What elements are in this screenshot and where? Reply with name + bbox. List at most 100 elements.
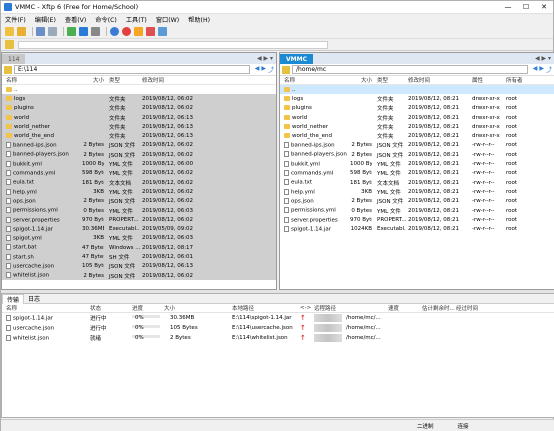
list-item[interactable]: permissions.yml 0 Bytes YML 文件 2019/08/12, … [2, 205, 276, 216]
list-item[interactable]: usercache.json 105 Bytes JSON 文件 2019/08/12… [2, 261, 276, 271]
list-item[interactable]: world 文件夹 2019/08/12, 06:13 [2, 112, 276, 123]
file-attributes: -rw-r--r-- [472, 161, 495, 168]
list-item[interactable]: spigot-1.14.jar 30.36MB Executabl... 2019/0… [2, 224, 276, 234]
col-modified[interactable]: 修改时间 [406, 76, 470, 84]
list-item[interactable]: logs 文件夹 2019/08/12, 06:02 [2, 94, 276, 104]
tab-nav-arrows-icon[interactable]: ◀ ▶ ▾ [535, 55, 551, 62]
new-session-icon[interactable] [5, 27, 14, 36]
list-item[interactable]: banned-players.json 2 Bytes JSON 文件 2019/08… [2, 150, 276, 160]
col-modified[interactable]: 修改时间 [140, 76, 200, 84]
menu-tools[interactable]: 工具(T) [126, 15, 147, 24]
list-item[interactable]: start.sh 47 Bytes SH 文件 2019/08/12, 06:01 [2, 252, 276, 262]
list-item[interactable]: commands.yml 598 Bytes YML 文件 2019/08/12, 0… [280, 169, 554, 178]
col-type[interactable]: 类型 [372, 76, 406, 84]
list-item[interactable]: plugins 文件夹 2019/08/12, 08:21 drwxr-xr-x roo… [280, 104, 554, 113]
col-speed[interactable]: 速度 [388, 304, 422, 312]
transfer-local-path: E:\114\spigot-1.14.jar [232, 315, 292, 321]
list-item[interactable]: .. [2, 85, 276, 94]
col-name[interactable]: 名称 [2, 304, 90, 312]
list-item[interactable]: help.yml 3KB YML 文件 2019/08/12, 08:21 -rw-r-… [280, 187, 554, 196]
tab-local[interactable]: 114 [2, 54, 26, 64]
list-item[interactable]: plugins 文件夹 2019/08/12, 06:02 [2, 103, 276, 113]
list-item[interactable]: logs 文件夹 2019/08/12, 08:21 drwxr-xr-x root [280, 94, 554, 103]
forward-icon[interactable]: ▶ [261, 65, 266, 74]
list-item[interactable]: spigot.yml 3KB YML 文件 2019/08/12, 06:03 [2, 233, 276, 244]
xshell-icon[interactable] [146, 27, 155, 36]
up-folder-icon[interactable]: ⤴ [546, 65, 552, 74]
list-item[interactable]: world_nether 文件夹 2019/08/12, 06:13 [2, 122, 276, 132]
list-item[interactable]: help.yml 3KB YML 文件 2019/08/12, 06:02 [2, 187, 276, 197]
open-folder-icon[interactable] [17, 27, 26, 36]
disconnect-icon[interactable] [48, 27, 57, 36]
col-progress[interactable]: 进度 [132, 304, 164, 312]
col-type[interactable]: 类型 [104, 76, 140, 84]
col-name[interactable]: 名称 [2, 76, 82, 84]
col-attr[interactable]: 属性 [470, 76, 504, 84]
minimize-button[interactable]: — [499, 3, 517, 11]
col-local[interactable]: 本地路径 [232, 304, 300, 312]
list-item[interactable]: eula.txt 181 Bytes 文本文档 2019/08/12, 06:02 [2, 177, 276, 188]
menu-window[interactable]: 窗口(W) [156, 15, 179, 24]
col-owner[interactable]: 所有者 [504, 76, 534, 84]
back-icon[interactable]: ◀ [255, 65, 260, 74]
list-item[interactable]: server.properties 970 Bytes PROPERT...2019… [280, 215, 554, 224]
refresh-icon[interactable] [67, 27, 76, 36]
tab-remote[interactable]: VMMC [280, 54, 313, 64]
menu-help[interactable]: 帮助(H) [188, 15, 210, 24]
list-item[interactable]: .. [280, 85, 554, 95]
tab-transfers[interactable]: 传输 [2, 293, 25, 304]
col-size[interactable]: 大小 [350, 76, 372, 84]
transfer-row[interactable]: usercache.json 进行中 0% 105 Bytes E:\114\userc… [2, 323, 554, 333]
col-size[interactable]: 大小 [82, 76, 104, 84]
list-item[interactable]: ops.json 2 Bytes JSON 文件 2019/08/12, 08:21 -… [280, 197, 554, 206]
remote-path-input[interactable]: /home/mc [292, 65, 528, 74]
menu-command[interactable]: 命令(C) [95, 15, 117, 24]
tab-log[interactable]: 日志 [24, 294, 44, 304]
list-item[interactable]: banned-ips.json 2 Bytes JSON 文件 2019/08/12,… [2, 140, 276, 151]
transfer-icon[interactable] [79, 27, 88, 36]
key-icon[interactable] [134, 27, 143, 36]
maximize-button[interactable]: ☐ [517, 3, 535, 11]
local-path-input[interactable]: E:\114 [14, 65, 250, 74]
tab-nav-arrows-icon[interactable]: ◀ ▶ ▾ [257, 55, 273, 62]
list-item[interactable]: server.properties 970 Bytes PROPERT...2019… [2, 215, 276, 225]
list-item[interactable]: whitelist.json 2 Bytes JSON 文件 2019/08/12, … [2, 270, 276, 281]
list-item[interactable]: eula.txt 181 Bytes 文本文档 2019/08/12, 08:21 -r… [280, 178, 554, 187]
host-input[interactable] [18, 40, 328, 49]
col-name[interactable]: 名称 [280, 76, 350, 84]
stop-icon[interactable] [122, 27, 131, 36]
list-item[interactable]: commands.yml 598 Bytes YML 文件 2019/08/12, 0… [2, 168, 276, 178]
list-item[interactable]: world_the_end 文件夹 2019/08/12, 06:13 [2, 131, 276, 141]
list-item[interactable]: bukkit.yml 1000 Bytes YML 文件 2019/08/12, 08… [280, 159, 554, 168]
col-direction[interactable]: <-> [300, 305, 314, 311]
transfer-row[interactable]: whitelist.json 就绪 0% 2 Bytes E:\114\whitelis… [2, 333, 554, 343]
list-item[interactable]: spigot-1.14.jar 1024KB Executabl...2019/08… [280, 224, 554, 233]
list-item[interactable]: world_the_end 文件夹 2019/08/12, 08:21 drwxr-x… [280, 131, 554, 140]
col-status[interactable]: 状态 [90, 304, 132, 312]
globe-icon[interactable] [110, 27, 119, 36]
transfer-progress-cell: 0% [132, 325, 164, 331]
col-elapsed[interactable]: 经过时间 [456, 304, 496, 312]
list-item[interactable]: permissions.yml 0 Bytes YML 文件 2019/08/12, … [280, 206, 554, 215]
col-remote[interactable]: 远程路径 [314, 304, 388, 312]
up-folder-icon[interactable]: ⤴ [268, 65, 274, 74]
col-eta[interactable]: 估计剩余时... [422, 304, 456, 312]
help-icon[interactable] [158, 27, 167, 36]
menu-view[interactable]: 查看(V) [65, 15, 86, 24]
properties-icon[interactable] [91, 27, 100, 36]
link-icon[interactable] [36, 27, 45, 36]
list-item[interactable]: banned-ips.json 2 Bytes JSON 文件 2019/08/12,… [280, 141, 554, 150]
list-item[interactable]: ops.json 2 Bytes JSON 文件 2019/08/12, 06:02 [2, 196, 276, 206]
list-item[interactable]: start.bat 47 Bytes Windows ... 2019/08/12, … [2, 243, 276, 253]
list-item[interactable]: bukkit.yml 1000 Bytes YML 文件 2019/08/12, 06… [2, 159, 276, 169]
menu-edit[interactable]: 编辑(E) [35, 15, 56, 24]
list-item[interactable]: world_nether 文件夹 2019/08/12, 08:21 drwxr-xr… [280, 122, 554, 131]
col-size[interactable]: 大小 [164, 304, 232, 312]
transfer-row[interactable]: spigot-1.14.jar 进行中 0% 30.36MB E:\114\spigot… [2, 313, 554, 323]
menu-file[interactable]: 文件(F) [5, 15, 26, 24]
list-item[interactable]: banned-players.json 2 Bytes JSON 文件 2019/08… [280, 150, 554, 159]
back-icon[interactable]: ◀ [533, 65, 538, 74]
close-button[interactable]: ✕ [535, 3, 553, 11]
forward-icon[interactable]: ▶ [539, 65, 544, 74]
list-item[interactable]: world 文件夹 2019/08/12, 08:21 drwxr-xr-x root [280, 113, 554, 122]
